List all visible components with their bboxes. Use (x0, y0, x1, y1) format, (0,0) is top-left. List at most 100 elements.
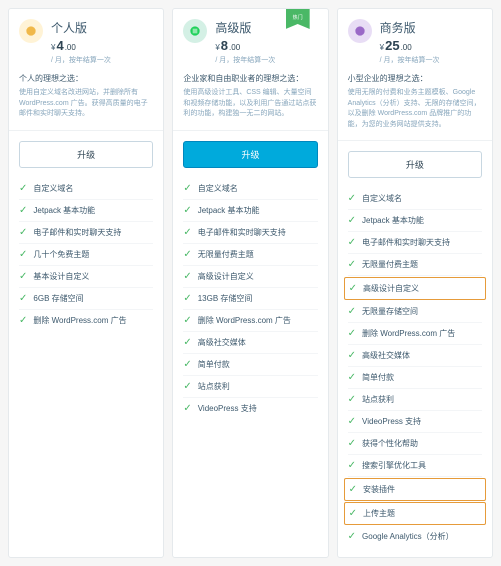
check-icon: ✓ (183, 315, 191, 326)
check-icon: ✓ (183, 403, 191, 414)
feature-item: ✓获得个性化帮助 (348, 433, 482, 455)
feature-label: 搜索引擎优化工具 (362, 460, 426, 471)
feature-label: 无限量付费主题 (362, 259, 418, 270)
feature-label: 13GB 存储空间 (198, 293, 253, 304)
check-icon: ✓ (183, 249, 191, 260)
check-icon: ✓ (183, 293, 191, 304)
check-icon: ✓ (348, 460, 356, 471)
feature-label: 自定义域名 (198, 183, 238, 194)
feature-label: 电子邮件和实时聊天支持 (198, 227, 286, 238)
feature-item: ✓ 站点获利 (348, 389, 482, 411)
plan-card: 商务版¥25.00/ 月，按年结算一次小型企业的理想之选：使用无限的付费和业务主… (337, 8, 493, 558)
billing-cycle: / 月，按年结算一次 (380, 55, 482, 65)
feature-list: ✓自定义域名✓Jetpack 基本功能✓电子邮件和实时聊天支持✓无限量付费主题✓… (338, 188, 492, 557)
check-icon: ✓ (19, 205, 27, 216)
check-icon: ✓ (348, 416, 356, 427)
feature-item: ✓上传主题 (344, 502, 486, 525)
check-icon: ✓ (19, 315, 27, 326)
check-icon: ✓ (348, 394, 356, 405)
feature-item: ✓ 电子邮件和实时聊天支持 (348, 232, 482, 254)
card-header: 商务版¥25.00/ 月，按年结算一次 (338, 9, 492, 73)
feature-item: ✓ 几十个免费主题 (19, 244, 153, 266)
check-icon: ✓ (348, 193, 356, 204)
plan-name: 个人版 (51, 19, 153, 36)
check-icon: ✓ (348, 215, 356, 226)
upgrade-button[interactable]: 升级 (19, 141, 153, 168)
check-icon: ✓ (348, 237, 356, 248)
business-plan-icon (348, 19, 372, 43)
feature-item: ✓ 无限量存储空间 (348, 301, 482, 323)
check-icon: ✓ (183, 381, 191, 392)
feature-item: ✓ VideoPress 支持 (348, 411, 482, 433)
feature-item: ✓ 删除 WordPress.com 广告 (348, 323, 482, 345)
check-icon: ✓ (183, 359, 191, 370)
feature-item: ✓ 自定义域名 (183, 178, 317, 200)
feature-label: Jetpack 基本功能 (198, 205, 260, 216)
feature-label: 自定义域名 (362, 193, 402, 204)
check-icon: ✓ (348, 259, 356, 270)
feature-label: VideoPress 支持 (198, 403, 257, 414)
feature-label: 电子邮件和实时聊天支持 (362, 237, 450, 248)
feature-item: ✓高级设计自定义 (344, 277, 486, 300)
feature-label: 无限量付费主题 (198, 249, 254, 260)
feature-label: 几十个免费主题 (33, 249, 89, 260)
feature-item: ✓ 简单付款 (183, 354, 317, 376)
feature-item: ✓ Jetpack 基本功能 (183, 200, 317, 222)
check-icon: ✓ (183, 183, 191, 194)
feature-item: ✓ 简单付款 (348, 367, 482, 389)
plan-description: 小型企业的理想之选：使用无限的付费和业务主题模板、Google Analytic… (338, 73, 492, 141)
feature-label: Jetpack 基本功能 (33, 205, 95, 216)
feature-list: ✓ 自定义域名 ✓ Jetpack 基本功能 ✓ 电子邮件和实时聊天支持 ✓ 无限量付费主题 ✓… (173, 178, 327, 429)
feature-item: ✓高级社交媒体 (183, 332, 317, 354)
check-icon: ✓ (349, 508, 357, 519)
feature-item: ✓ 高级社交媒体 (348, 345, 482, 367)
feature-item: ✓ VideoPress 支持 (183, 398, 317, 419)
feature-label: 安装插件 (363, 484, 395, 495)
plan-card: 热门高级版¥8.00/ 月，按年结算一次企业家和自由职业者的理想之选：使用高级设… (172, 8, 328, 558)
feature-label: 删除 WordPress.com 广告 (362, 328, 455, 339)
plan-description: 个人的理想之选：使用自定义域名改进网站，并删除所有 WordPress.com … (9, 73, 163, 131)
check-icon: ✓ (348, 372, 356, 383)
feature-label: 站点获利 (362, 394, 394, 405)
check-icon: ✓ (348, 306, 356, 317)
feature-label: 高级设计自定义 (198, 271, 254, 282)
feature-label: Google Analytics（分析） (362, 531, 454, 542)
plan-price: ¥4.00 (51, 38, 153, 53)
upgrade-button[interactable]: 升级 (348, 151, 482, 178)
feature-label: 自定义域名 (33, 183, 73, 194)
plan-price: ¥8.00 (215, 38, 317, 53)
check-icon: ✓ (183, 205, 191, 216)
billing-cycle: / 月，按年结算一次 (51, 55, 153, 65)
feature-item: ✓ 高级设计自定义 (183, 266, 317, 288)
check-icon: ✓ (349, 283, 357, 294)
check-icon: ✓ (19, 271, 27, 282)
check-icon: ✓ (348, 531, 356, 542)
check-icon: ✓ (348, 328, 356, 339)
feature-label: 高级社交媒体 (362, 350, 410, 361)
plan-card: 个人版 ¥4.00 / 月，按年结算一次个人的理想之选：使用自定义域名改进网站，并删… (8, 8, 164, 558)
feature-label: VideoPress 支持 (362, 416, 421, 427)
check-icon: ✓ (19, 227, 27, 238)
personal-plan-icon (19, 19, 43, 43)
feature-item: ✓ 13GB 存储空间 (183, 288, 317, 310)
check-icon: ✓ (183, 227, 191, 238)
check-icon: ✓ (19, 249, 27, 260)
feature-label: 删除 WordPress.com 广告 (33, 315, 126, 326)
check-icon: ✓ (349, 484, 357, 495)
feature-label: 站点获利 (198, 381, 230, 392)
check-icon: ✓ (19, 293, 27, 304)
feature-item: ✓Jetpack 基本功能 (348, 210, 482, 232)
feature-item: ✓自定义域名 (19, 178, 153, 200)
check-icon: ✓ (348, 350, 356, 361)
feature-label: 无限量存储空间 (362, 306, 418, 317)
feature-label: 电子邮件和实时聊天支持 (33, 227, 121, 238)
feature-item: ✓ Google Analytics（分析） (348, 526, 482, 547)
feature-item: ✓ 站点获利 (183, 376, 317, 398)
feature-label: 简单付款 (198, 359, 230, 370)
plan-description: 企业家和自由职业者的理想之选：使用高级设计工具、CSS 编辑、大量空间和视频存储… (173, 73, 327, 131)
feature-item: ✓6GB 存储空间 (19, 288, 153, 310)
check-icon: ✓ (183, 271, 191, 282)
upgrade-button[interactable]: 升级 (183, 141, 317, 168)
feature-label: 简单付款 (362, 372, 394, 383)
feature-list: ✓自定义域名✓Jetpack 基本功能✓电子邮件和实时聊天支持✓几十个免费主题✓… (9, 178, 163, 341)
